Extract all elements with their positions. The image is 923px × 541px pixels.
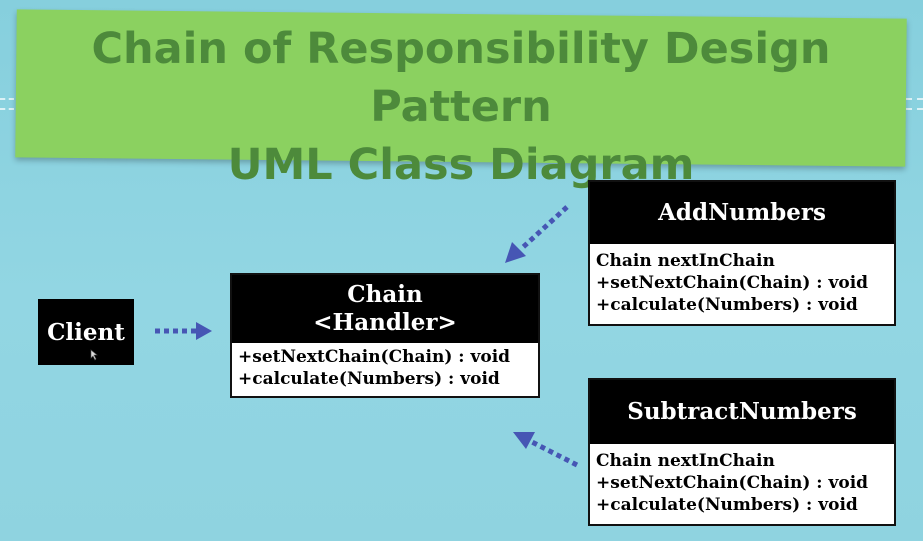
- subtract-numbers-to-chain-arrow: [513, 432, 579, 468]
- client-to-chain-arrow: [155, 322, 212, 340]
- arrows-layer: [155, 205, 579, 468]
- add-numbers-to-chain-arrow: [505, 205, 569, 263]
